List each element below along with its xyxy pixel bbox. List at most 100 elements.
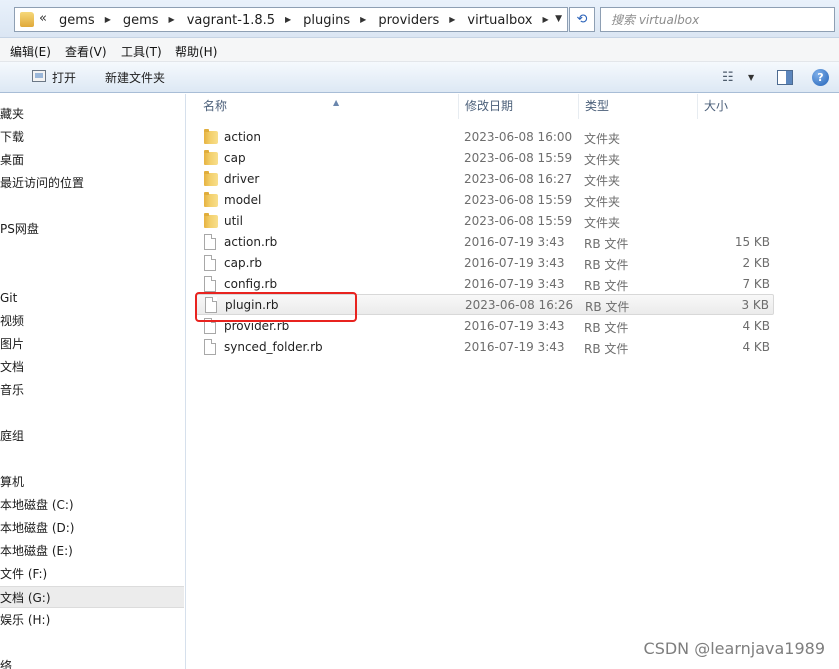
- menu-view[interactable]: 查看(V): [65, 43, 107, 60]
- file-list: 名称 ▲ 修改日期 类型 大小 action 2023-06-08 16:00 …: [187, 94, 839, 669]
- file-icon: [204, 276, 216, 292]
- file-modified: 2023-06-08 16:00: [464, 130, 573, 144]
- nav-item-git[interactable]: Git: [0, 287, 184, 309]
- file-type: 文件夹: [584, 132, 621, 146]
- breadcrumb-arrow-icon[interactable]: ▶: [285, 15, 291, 24]
- breadcrumb-item[interactable]: gems: [123, 13, 159, 28]
- nav-item-drive-c[interactable]: 本地磁盘 (C:): [0, 494, 184, 516]
- toolbar: 打开 新建文件夹 ☷ ▼ ?: [0, 62, 839, 93]
- column-name-label: 名称: [203, 99, 228, 113]
- breadcrumb-item[interactable]: providers: [378, 13, 439, 28]
- file-type: RB 文件: [584, 321, 629, 335]
- file-icon: [204, 255, 216, 271]
- open-label: 打开: [52, 71, 77, 85]
- views-icon[interactable]: ☷: [722, 71, 734, 84]
- breadcrumb-item[interactable]: vagrant-1.8.5: [187, 13, 275, 28]
- file-modified: 2023-06-08 15:59: [464, 214, 573, 228]
- nav-item-downloads[interactable]: 下载: [0, 126, 184, 148]
- file-size: 2 KB: [742, 256, 770, 270]
- folder-icon: [204, 129, 218, 144]
- file-size: 4 KB: [742, 340, 770, 354]
- column-header-name[interactable]: 名称 ▲: [197, 94, 459, 119]
- nav-item-videos[interactable]: 视频: [0, 310, 184, 332]
- file-row[interactable]: cap.rb 2016-07-19 3:43 RB 文件 2 KB: [196, 253, 774, 274]
- file-modified: 2016-07-19 3:43: [464, 277, 565, 291]
- file-name: action: [224, 130, 261, 144]
- file-size: 15 KB: [734, 235, 770, 249]
- sort-ascending-icon: ▲: [333, 98, 340, 107]
- open-icon: [32, 70, 46, 82]
- help-icon[interactable]: ?: [812, 69, 829, 86]
- nav-item-music[interactable]: 音乐: [0, 379, 184, 401]
- refresh-icon: ⟲: [576, 12, 588, 27]
- menu-edit[interactable]: 编辑(E): [10, 43, 51, 60]
- nav-item-pictures[interactable]: 图片: [0, 333, 184, 355]
- file-name: cap.rb: [224, 256, 262, 270]
- nav-item-homegroup[interactable]: 庭组: [0, 425, 184, 447]
- folder-icon: [204, 192, 218, 207]
- file-row[interactable]: model 2023-06-08 15:59 文件夹: [196, 190, 774, 211]
- nav-item-network[interactable]: 络: [0, 655, 184, 669]
- file-row[interactable]: cap 2023-06-08 15:59 文件夹: [196, 148, 774, 169]
- column-header-size[interactable]: 大小: [698, 94, 778, 119]
- file-type: RB 文件: [584, 279, 629, 293]
- nav-item-favorites[interactable]: 藏夹: [0, 103, 184, 125]
- nav-item-drive-f[interactable]: 文件 (F:): [0, 563, 184, 585]
- chevron-down-icon[interactable]: ▼: [555, 14, 562, 24]
- breadcrumb-arrow-icon[interactable]: ▶: [169, 15, 175, 24]
- breadcrumb-arrow-icon[interactable]: ▶: [542, 15, 548, 24]
- breadcrumb-overflow-chevron[interactable]: «: [39, 11, 47, 26]
- file-row[interactable]: driver 2023-06-08 16:27 文件夹: [196, 169, 774, 190]
- menu-tools[interactable]: 工具(T): [121, 43, 162, 60]
- folder-icon: [204, 213, 218, 228]
- nav-item-recent-places[interactable]: 最近访问的位置: [0, 172, 184, 194]
- search-box[interactable]: [600, 7, 835, 32]
- chevron-down-icon[interactable]: ▼: [748, 73, 754, 82]
- file-name: util: [224, 214, 243, 228]
- folder-icon: [20, 12, 34, 27]
- file-row[interactable]: util 2023-06-08 15:59 文件夹: [196, 211, 774, 232]
- file-modified: 2023-06-08 16:27: [464, 172, 573, 186]
- file-modified: 2023-06-08 15:59: [464, 151, 573, 165]
- file-name: driver: [224, 172, 260, 186]
- breadcrumb-arrow-icon[interactable]: ▶: [360, 15, 366, 24]
- file-icon: [204, 339, 216, 355]
- file-modified: 2023-06-08 15:59: [464, 193, 573, 207]
- nav-item-drive-d[interactable]: 本地磁盘 (D:): [0, 517, 184, 539]
- preview-pane-icon[interactable]: [777, 70, 793, 85]
- nav-item-drive-h[interactable]: 娱乐 (H:): [0, 609, 184, 631]
- breadcrumb-item[interactable]: virtualbox: [467, 13, 532, 28]
- file-row[interactable]: action.rb 2016-07-19 3:43 RB 文件 15 KB: [196, 232, 774, 253]
- file-type: 文件夹: [584, 195, 621, 209]
- breadcrumb: gems ▶ gems ▶ vagrant-1.8.5 ▶ plugins ▶ provider…: [59, 13, 561, 28]
- nav-item-documents[interactable]: 文档: [0, 356, 184, 378]
- nav-item-drive-e[interactable]: 本地磁盘 (E:): [0, 540, 184, 562]
- refresh-button[interactable]: ⟲: [569, 7, 595, 32]
- file-modified: 2016-07-19 3:43: [464, 319, 565, 333]
- nav-item-computer[interactable]: 算机: [0, 471, 184, 493]
- file-type: RB 文件: [584, 342, 629, 356]
- file-name: cap: [224, 151, 246, 165]
- file-icon: [204, 234, 216, 250]
- nav-item-desktop[interactable]: 桌面: [0, 149, 184, 171]
- column-header-modified[interactable]: 修改日期: [459, 94, 579, 119]
- menu-help[interactable]: 帮助(H): [175, 43, 217, 60]
- breadcrumb-item[interactable]: plugins: [303, 13, 350, 28]
- file-row[interactable]: action 2023-06-08 16:00 文件夹: [196, 127, 774, 148]
- file-row[interactable]: synced_folder.rb 2016-07-19 3:43 RB 文件 4…: [196, 337, 774, 358]
- column-header-type[interactable]: 类型: [579, 94, 698, 119]
- file-name: config.rb: [224, 277, 278, 291]
- breadcrumb-arrow-icon[interactable]: ▶: [105, 15, 111, 24]
- nav-item-drive-g[interactable]: 文档 (G:): [0, 586, 184, 608]
- menu-bar: 编辑(E) 查看(V) 工具(T) 帮助(H): [0, 38, 839, 62]
- address-box[interactable]: « gems ▶ gems ▶ vagrant-1.8.5 ▶ plugins ▶ provid…: [14, 7, 568, 32]
- breadcrumb-item[interactable]: gems: [59, 13, 95, 28]
- file-type: RB 文件: [584, 258, 629, 272]
- folder-icon: [204, 150, 218, 165]
- search-input[interactable]: [611, 12, 811, 28]
- address-bar: « gems ▶ gems ▶ vagrant-1.8.5 ▶ plugins ▶ provid…: [0, 0, 839, 38]
- file-size: 7 KB: [742, 277, 770, 291]
- breadcrumb-arrow-icon[interactable]: ▶: [449, 15, 455, 24]
- nav-item-wps-drive[interactable]: PS网盘: [0, 218, 184, 240]
- new-folder-button[interactable]: 新建文件夹: [105, 69, 165, 86]
